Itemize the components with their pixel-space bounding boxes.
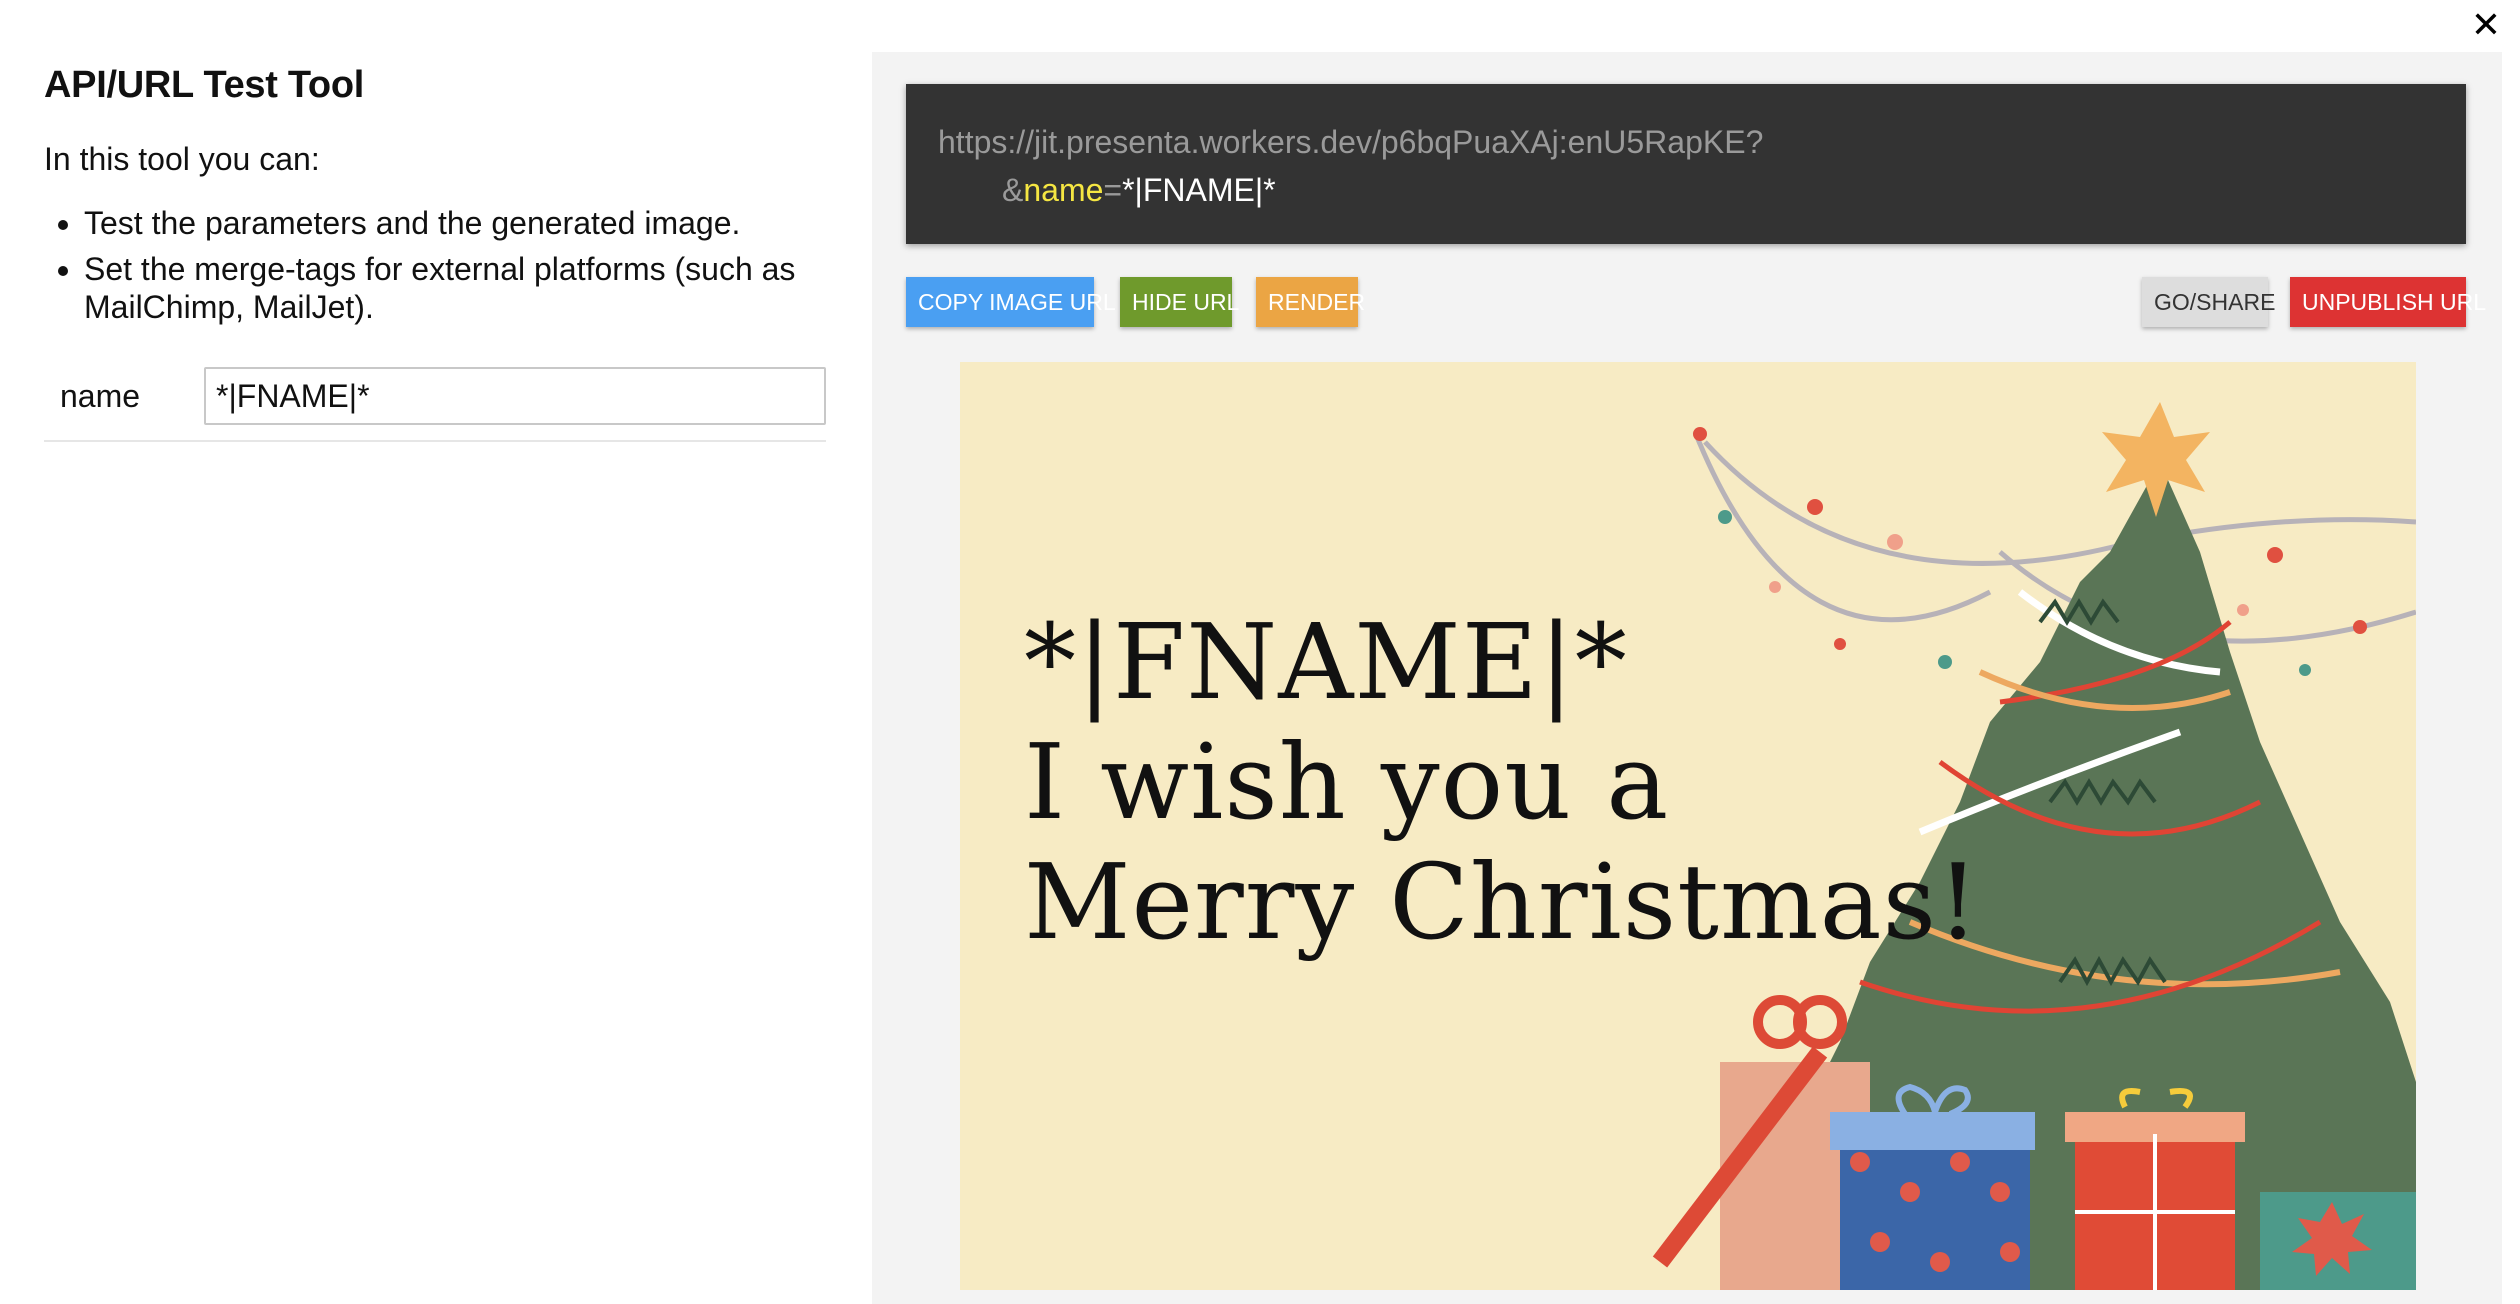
page-title: API/URL Test Tool bbox=[44, 64, 365, 106]
url-display: https://jit.presenta.workers.dev/p6bqPua… bbox=[906, 84, 2466, 244]
url-param-key: name bbox=[1023, 172, 1104, 208]
url-equals: = bbox=[1103, 172, 1123, 208]
url-param-line: &name=*|FNAME|* bbox=[938, 166, 2434, 214]
left-panel: API/URL Test Tool In this tool you can: … bbox=[0, 0, 870, 1304]
card-wish-line: I wish you a bbox=[1024, 721, 1670, 843]
generated-image-preview: *|FNAME|* I wish you a Merry Christmas! bbox=[960, 362, 2416, 1290]
go-share-button[interactable]: GO/SHARE bbox=[2142, 277, 2275, 327]
intro-text: In this tool you can: bbox=[44, 141, 320, 177]
render-button[interactable]: RENDER bbox=[1256, 277, 1365, 327]
card-message: *|FNAME|* I wish you a Merry Christmas! bbox=[1024, 602, 1980, 962]
param-row-name: name bbox=[44, 364, 826, 442]
feature-list: Test the parameters and the generated im… bbox=[44, 204, 826, 326]
copy-image-url-button[interactable]: COPY IMAGE URL bbox=[906, 277, 1116, 327]
card-name-line: *|FNAME|* bbox=[1024, 601, 1628, 723]
hide-url-button[interactable]: HIDE URL bbox=[1120, 277, 1239, 327]
feature-item: Set the merge-tags for external platform… bbox=[84, 250, 826, 326]
unpublish-url-button[interactable]: UNPUBLISH URL bbox=[2290, 277, 2486, 327]
name-input[interactable] bbox=[204, 367, 826, 425]
card-greeting-line: Merry Christmas! bbox=[1024, 841, 1980, 963]
preview-panel: https://jit.presenta.workers.dev/p6bqPua… bbox=[872, 52, 2502, 1304]
feature-item: Test the parameters and the generated im… bbox=[84, 204, 826, 242]
param-label: name bbox=[60, 377, 141, 414]
url-base: https://jit.presenta.workers.dev/p6bqPua… bbox=[938, 124, 1764, 160]
close-icon[interactable]: ✕ bbox=[2468, 8, 2504, 44]
url-ampersand: & bbox=[1002, 172, 1024, 208]
url-param-value: *|FNAME|* bbox=[1122, 172, 1276, 208]
